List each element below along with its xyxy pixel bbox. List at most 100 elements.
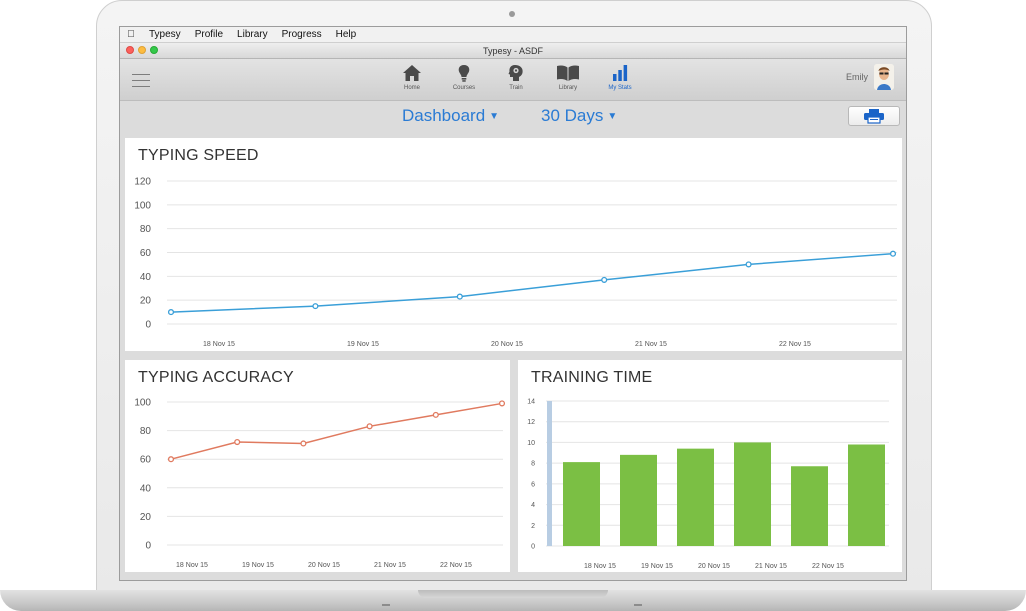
hamburger-menu-button[interactable] xyxy=(132,74,150,92)
y-tick-label: 12 xyxy=(527,419,535,426)
y-tick-label: 14 xyxy=(527,399,535,406)
nav-my-stats[interactable]: My Stats xyxy=(594,63,646,91)
bar xyxy=(620,454,657,546)
data-point xyxy=(167,309,175,316)
menu-help[interactable]: Help xyxy=(329,29,364,40)
zoom-window-button[interactable] xyxy=(150,46,158,54)
bar xyxy=(734,442,771,546)
data-point xyxy=(234,438,241,446)
printer-icon xyxy=(864,109,884,124)
nav-home-label: Home xyxy=(403,85,420,91)
view-select[interactable]: Dashboard ▼ xyxy=(402,106,499,126)
app-screen:  Typesy Profile Library Progress Help T… xyxy=(119,26,907,581)
y-tick-label: 40 xyxy=(140,272,152,283)
y-tick-label: 8 xyxy=(531,461,535,468)
laptop-foot xyxy=(382,604,390,606)
avatar[interactable] xyxy=(874,64,894,90)
home-icon xyxy=(403,65,421,81)
training-time-panel: TRAINING TIME 0 2 4 6 8 10 12 14 18 Nov 15 19 Nov… xyxy=(518,360,902,572)
scroll-indicator xyxy=(547,401,552,546)
x-tick-label: 19 Nov 15 xyxy=(347,341,379,348)
bar xyxy=(791,466,828,546)
x-tick-label: 21 Nov 15 xyxy=(755,563,787,570)
print-button[interactable] xyxy=(848,106,900,126)
y-tick-label: 10 xyxy=(527,440,535,447)
range-select[interactable]: 30 Days ▼ xyxy=(541,106,617,126)
y-tick-label: 100 xyxy=(134,398,151,409)
laptop-notch xyxy=(418,590,608,598)
y-tick-label: 0 xyxy=(531,544,535,551)
caret-down-icon: ▼ xyxy=(489,110,500,122)
y-tick-label: 60 xyxy=(140,455,152,466)
brain-head-icon xyxy=(508,65,523,81)
range-select-value: 30 Days xyxy=(541,106,604,125)
camera-icon xyxy=(509,11,515,17)
stats-filter-bar: Dashboard ▼ 30 Days ▼ xyxy=(120,101,906,131)
training-time-chart: 0 2 4 6 8 10 12 14 18 Nov 15 19 Nov 15 20 Nov 15 21… xyxy=(527,399,889,570)
menu-library[interactable]: Library xyxy=(230,29,275,40)
series-line xyxy=(170,402,503,460)
data-point xyxy=(456,293,463,300)
nav-my-stats-label: My Stats xyxy=(608,85,632,91)
y-tick-label: 2 xyxy=(531,523,535,530)
typing-accuracy-chart: 0 20 40 60 80 100 18 Nov 15 19 Nov 15 20 Nov 15 2… xyxy=(134,398,506,569)
nav-library[interactable]: Library xyxy=(542,63,594,91)
bar xyxy=(563,462,600,546)
typing-accuracy-panel: TYPING ACCURACY 0 20 40 60 80 100 18 Nov 15 19 … xyxy=(125,360,510,572)
x-tick-label: 18 Nov 15 xyxy=(176,562,208,569)
menu-profile[interactable]: Profile xyxy=(188,29,230,40)
window-title: Typesy - ASDF xyxy=(482,46,544,56)
data-point xyxy=(167,456,175,463)
menu-bar:  Typesy Profile Library Progress Help xyxy=(120,27,906,43)
minimize-window-button[interactable] xyxy=(138,46,146,54)
data-point xyxy=(745,261,752,268)
menu-progress[interactable]: Progress xyxy=(275,29,329,40)
y-tick-label: 100 xyxy=(134,200,151,211)
nav-library-label: Library xyxy=(558,85,578,91)
x-tick-label: 18 Nov 15 xyxy=(203,341,235,348)
x-tick-label: 18 Nov 15 xyxy=(584,563,616,570)
data-point xyxy=(601,276,608,283)
x-tick-label: 21 Nov 15 xyxy=(374,562,406,569)
nav-courses-label: Courses xyxy=(452,85,476,91)
y-tick-label: 6 xyxy=(531,481,535,488)
user-name: Emily xyxy=(846,72,868,82)
x-tick-label: 22 Nov 15 xyxy=(812,563,844,570)
y-tick-label: 40 xyxy=(140,483,152,494)
typing-speed-panel: TYPING SPEED 0 20 40 60 80 100 120 18 Nov 15 19 … xyxy=(125,138,902,351)
x-tick-label: 19 Nov 15 xyxy=(641,563,673,570)
laptop-foot xyxy=(634,604,642,606)
data-point xyxy=(300,440,307,447)
data-point xyxy=(432,411,439,418)
y-tick-label: 20 xyxy=(140,296,152,307)
x-tick-label: 21 Nov 15 xyxy=(635,341,667,348)
user-menu[interactable]: Emily xyxy=(846,64,894,90)
menu-typesy[interactable]: Typesy xyxy=(142,29,188,40)
caret-down-icon: ▼ xyxy=(607,110,618,122)
y-tick-label: 80 xyxy=(140,426,152,437)
y-tick-label: 0 xyxy=(145,541,151,552)
y-tick-label: 80 xyxy=(140,224,152,235)
typing-speed-chart: 0 20 40 60 80 100 120 18 Nov 15 19 Nov 15 20 Nov … xyxy=(134,177,897,348)
data-point xyxy=(366,423,373,430)
series-line xyxy=(170,252,894,313)
y-tick-label: 4 xyxy=(531,502,535,509)
x-tick-label: 20 Nov 15 xyxy=(308,562,340,569)
bar xyxy=(848,444,885,546)
nav-train[interactable]: Train xyxy=(490,63,542,91)
close-window-button[interactable] xyxy=(126,46,134,54)
y-tick-label: 0 xyxy=(145,320,151,331)
x-tick-label: 19 Nov 15 xyxy=(242,562,274,569)
book-icon xyxy=(557,65,579,81)
nav-train-label: Train xyxy=(509,85,523,91)
x-tick-label: 20 Nov 15 xyxy=(491,341,523,348)
data-point xyxy=(312,303,319,310)
view-select-value: Dashboard xyxy=(402,106,486,125)
x-tick-label: 20 Nov 15 xyxy=(698,563,730,570)
nav-home[interactable]: Home xyxy=(386,63,438,91)
nav-courses[interactable]: Courses xyxy=(438,63,490,91)
main-toolbar: Home Courses Train Library My Stats Emil… xyxy=(120,59,906,101)
avatar-image xyxy=(874,64,894,90)
apple-logo-icon[interactable]:  xyxy=(120,29,142,40)
bar xyxy=(677,448,714,546)
